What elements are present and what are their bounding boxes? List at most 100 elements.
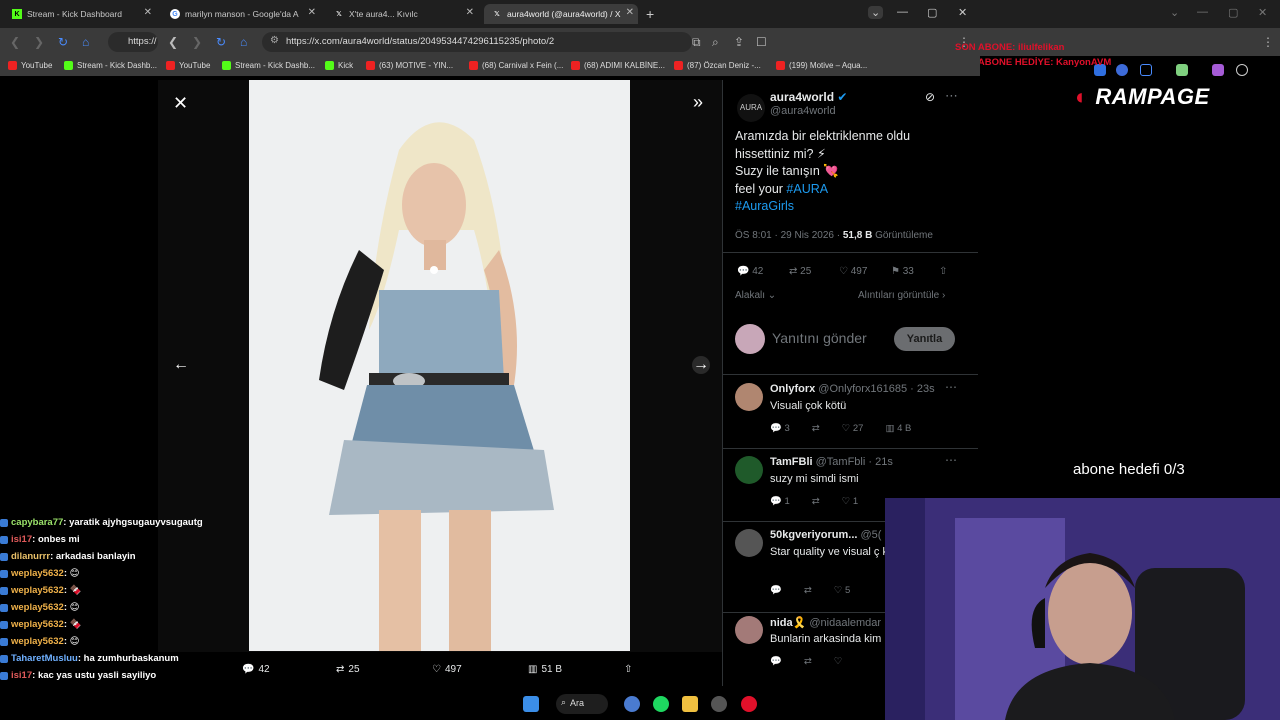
bookmark-star-icon[interactable]: ☐ <box>756 35 767 49</box>
tweet-timestamp[interactable]: ÖS 8:01 · 29 Nis 2026 · <box>735 230 843 241</box>
bookmark-item[interactable]: Kick <box>325 61 353 70</box>
more-options-icon[interactable]: ⋯ <box>945 380 957 394</box>
reply-button[interactable]: 💬 3 <box>770 423 790 434</box>
profile-icon[interactable] <box>1236 64 1248 76</box>
reply-button[interactable]: 💬 42 <box>737 266 763 277</box>
extension-icon[interactable] <box>1116 64 1128 76</box>
zoom-icon[interactable]: ⌕ <box>712 35 719 50</box>
chat-username[interactable]: dilanurrr <box>11 548 50 565</box>
puzzle-icon[interactable] <box>1140 64 1152 76</box>
tab-aura4world[interactable]: 𝕏 aura4world (@aura4world) / X ✕ <box>484 4 638 24</box>
like-button[interactable]: ♡ 497 <box>432 664 462 675</box>
close-icon[interactable]: ✕ <box>626 7 634 18</box>
bookmark-item[interactable]: YouTube <box>166 61 210 70</box>
reply-button[interactable]: 💬 42 <box>242 664 270 675</box>
chevron-down-icon[interactable]: ⌄ <box>1170 6 1179 19</box>
retweet-button[interactable]: ⇄ <box>804 585 812 596</box>
author-name[interactable]: aura4world ✔ <box>770 90 847 104</box>
more-options-icon[interactable]: ⋯ <box>945 88 958 104</box>
reply-author[interactable]: Onlyforx @Onlyforx161685 · 23s <box>770 383 935 395</box>
author-avatar[interactable]: AURA <box>737 94 765 122</box>
reply-author[interactable]: nida🎗️ @nidaalemdar <box>770 616 881 629</box>
address-input[interactable]: ⚙ https://x.com/aura4world/status/204953… <box>262 32 692 52</box>
bookmark-item[interactable]: (87) Özcan Deniz -... <box>674 61 761 70</box>
reply-button[interactable]: 💬 <box>770 585 782 596</box>
bookmark-item[interactable]: (199) Motive – Aqua... <box>776 61 867 70</box>
chat-username[interactable]: weplay5632 <box>11 565 64 582</box>
chat-username[interactable]: isi17 <box>11 667 32 684</box>
close-icon[interactable]: ✕ <box>144 7 152 18</box>
back-icon[interactable]: ❮ <box>168 35 178 49</box>
reload-icon[interactable]: ↻ <box>58 35 68 49</box>
hashtag-link[interactable]: #AURA <box>786 182 828 196</box>
reply-submit-button[interactable]: Yanıtla <box>894 327 955 351</box>
close-window-icon[interactable]: ✕ <box>958 6 967 19</box>
install-icon[interactable]: ⧉ <box>692 35 701 50</box>
forward-icon[interactable]: ❯ <box>192 35 202 49</box>
close-icon[interactable]: ✕ <box>466 7 474 18</box>
tab-x-search[interactable]: 𝕏 X'te aura4... Kıvılc ✕ <box>326 4 478 24</box>
maximize-icon[interactable]: ▢ <box>927 6 937 19</box>
folder-icon[interactable] <box>682 696 698 712</box>
view-quotes-link[interactable]: Alıntıları görüntüle › <box>858 290 945 301</box>
views-button[interactable]: ▥ 51 B <box>528 664 562 675</box>
maximize-icon[interactable]: ▢ <box>1228 6 1238 19</box>
tab-google[interactable]: G marilyn manson - Google'da A ✕ <box>162 4 320 24</box>
retweet-button[interactable]: ⇄ <box>812 423 820 434</box>
reply-author[interactable]: 50kgveriyorum... @5( <box>770 529 881 541</box>
bookmark-item[interactable]: (68) ADIMI KALBİNE... <box>571 61 665 70</box>
minimize-icon[interactable]: — <box>897 6 908 18</box>
retweet-button[interactable]: ⇄ <box>804 656 812 667</box>
chat-username[interactable]: weplay5632 <box>11 582 64 599</box>
views-button[interactable]: ▥ 4 B <box>885 423 911 434</box>
site-info-icon[interactable]: ⚙ <box>270 35 279 46</box>
bookmark-item[interactable]: (68) Carnival x Fein (... <box>469 61 563 70</box>
home-icon[interactable]: ⌂ <box>240 35 247 49</box>
related-dropdown[interactable]: Alakalı ⌄ <box>735 290 776 301</box>
tab-kick-dashboard[interactable]: K Stream - Kick Dashboard ✕ <box>4 4 156 24</box>
next-photo-icon[interactable]: → <box>692 356 710 374</box>
reload-icon[interactable]: ↻ <box>216 35 226 49</box>
close-viewer-icon[interactable]: ✕ <box>173 93 188 114</box>
previous-photo-icon[interactable]: ← <box>173 356 189 374</box>
chat-username[interactable]: weplay5632 <box>11 599 64 616</box>
bookmark-item[interactable]: Stream - Kick Dashb... <box>222 61 315 70</box>
like-button[interactable]: ♡ 1 <box>842 496 858 507</box>
spotify-icon[interactable] <box>653 696 669 712</box>
chat-username[interactable]: weplay5632 <box>11 616 64 633</box>
like-button[interactable]: ♡ <box>834 656 843 667</box>
chat-username[interactable]: capybara77 <box>11 514 63 531</box>
browser-icon[interactable] <box>624 696 640 712</box>
share-icon[interactable]: ⇧ <box>939 266 947 277</box>
reply-input[interactable]: Yanıtını gönder <box>772 330 867 346</box>
chat-username[interactable]: TaharetMusluu <box>11 650 78 667</box>
bookmark-item[interactable]: Stream - Kick Dashb... <box>64 61 157 70</box>
bookmark-item[interactable]: YouTube <box>8 61 52 70</box>
back-icon[interactable]: ❮ <box>10 35 20 49</box>
obs-icon[interactable] <box>741 696 757 712</box>
hashtag-link[interactable]: #AuraGirls <box>735 198 970 216</box>
app-icon[interactable] <box>711 696 727 712</box>
address-input-left[interactable]: https:// <box>108 32 158 52</box>
menu-dots-icon[interactable]: ⋮ <box>1262 35 1274 49</box>
like-button[interactable]: ♡ 27 <box>842 423 864 434</box>
forward-icon[interactable]: ❯ <box>34 35 44 49</box>
grok-icon[interactable]: ⊘ <box>925 90 935 104</box>
retweet-button[interactable]: ⇄ <box>812 496 820 507</box>
chat-username[interactable]: weplay5632 <box>11 633 64 650</box>
windows-start-icon[interactable] <box>523 696 539 712</box>
chat-username[interactable]: isi17 <box>11 531 32 548</box>
chevron-down-icon[interactable]: ⌄ <box>868 6 884 19</box>
reply-item[interactable]: Onlyforx @Onlyforx161685 · 23s ⋯ Visuali… <box>723 375 978 447</box>
like-button[interactable]: ♡ 497 <box>839 266 867 277</box>
collapse-panel-icon[interactable]: » <box>693 92 703 113</box>
new-tab-icon[interactable]: + <box>646 6 654 22</box>
close-window-icon[interactable]: ✕ <box>1258 6 1267 19</box>
extension-icon[interactable] <box>1212 64 1224 76</box>
reply-button[interactable]: 💬 <box>770 656 782 667</box>
share-button[interactable]: ⇧ <box>624 664 632 675</box>
close-icon[interactable]: ✕ <box>308 7 316 18</box>
taskbar-search[interactable]: ⌕ Ara <box>556 694 608 714</box>
retweet-button[interactable]: ⇄ 25 <box>789 266 811 277</box>
share-icon[interactable]: ⇪ <box>734 35 744 49</box>
